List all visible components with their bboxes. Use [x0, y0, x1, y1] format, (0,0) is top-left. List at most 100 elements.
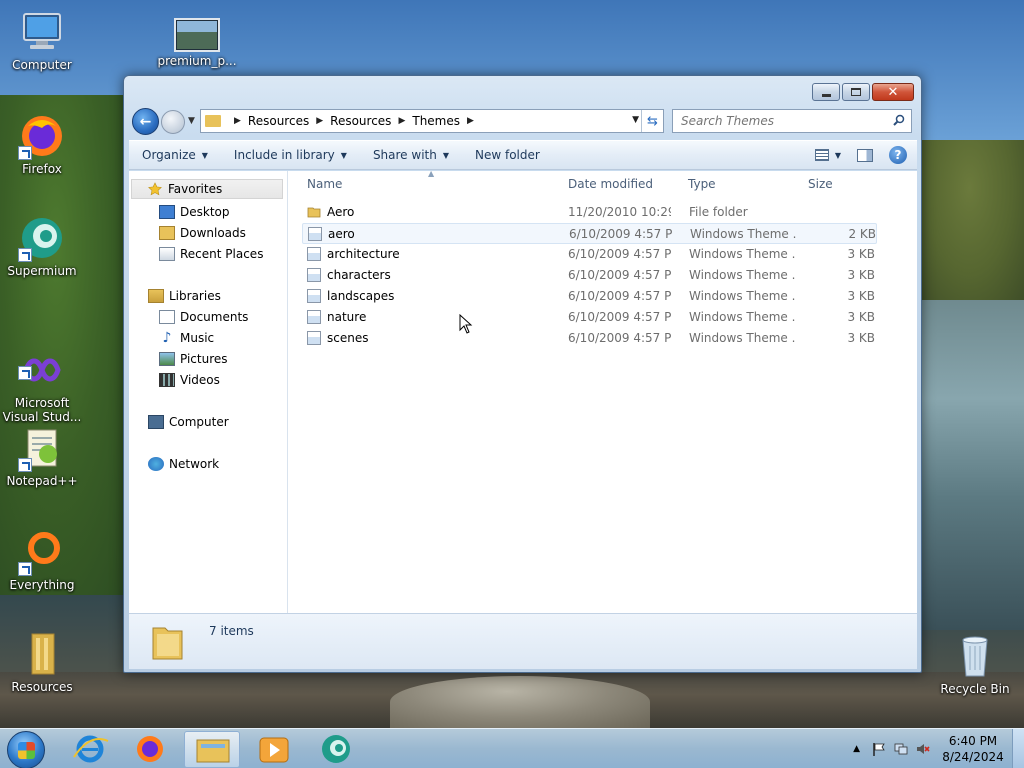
file-size: 3 KB	[847, 289, 875, 303]
nav-recent-places[interactable]: Recent Places	[159, 244, 263, 264]
libraries-icon	[148, 289, 164, 303]
refresh-button[interactable]: ⇆	[641, 110, 663, 132]
desktop-icon-label: Computer	[12, 58, 72, 72]
explorer-window[interactable]: ✕ ← ▼ ▶ Resources ▶ Resources ▶ Themes ▶…	[123, 75, 922, 673]
system-clock[interactable]: 6:40 PM 8/24/2024	[934, 733, 1012, 765]
file-type: File folder	[689, 205, 748, 219]
new-folder-button[interactable]: New folder	[462, 141, 553, 169]
column-header-name[interactable]: Name	[307, 177, 342, 191]
nav-libraries[interactable]: Libraries	[148, 286, 221, 306]
shortcut-arrow-icon	[18, 562, 32, 576]
desktop-icon-visual-studio[interactable]: Microsoft Visual Stud...	[0, 318, 84, 438]
desktop-icon-notepadpp[interactable]: Notepad++	[0, 424, 84, 488]
file-date: 6/10/2009 4:57 PM	[569, 227, 672, 241]
file-type: Windows Theme ...	[689, 247, 795, 261]
file-row[interactable]: nature 6/10/2009 4:57 PM Windows Theme .…	[302, 307, 877, 328]
show-desktop-button[interactable]	[1012, 729, 1024, 768]
maximize-button[interactable]	[842, 83, 870, 101]
breadcrumb-item[interactable]: Resources	[330, 114, 391, 128]
taskbar-windows-explorer[interactable]	[184, 731, 240, 768]
close-button[interactable]: ✕	[872, 83, 914, 101]
media-player-icon	[259, 737, 289, 763]
action-center-flag-icon[interactable]	[872, 742, 886, 756]
file-row[interactable]: Aero 11/20/2010 10:29 ... File folder	[302, 202, 877, 223]
breadcrumb-chevron-icon[interactable]: ▶	[398, 116, 405, 126]
desktop-icon-supermium[interactable]: Supermium	[0, 214, 84, 278]
minimize-button[interactable]	[812, 83, 840, 101]
desktop-icon-computer[interactable]: Computer	[0, 8, 84, 72]
start-button[interactable]	[7, 731, 45, 768]
include-in-library-button[interactable]: Include in library ▼	[221, 141, 360, 169]
volume-muted-icon[interactable]	[916, 742, 930, 756]
recent-pages-dropdown[interactable]: ▼	[188, 116, 195, 126]
show-hidden-icons-chevron-icon[interactable]: ▲	[853, 744, 860, 754]
file-size: 3 KB	[847, 268, 875, 282]
address-history-dropdown[interactable]: ▼	[632, 115, 639, 125]
navigation-pane[interactable]: Favorites Desktop Downloads Recent Place…	[129, 171, 288, 613]
folder-icon	[18, 630, 66, 678]
shortcut-arrow-icon	[18, 458, 32, 472]
nav-desktop[interactable]: Desktop	[159, 202, 230, 222]
share-with-button[interactable]: Share with ▼	[360, 141, 462, 169]
address-bar[interactable]: ▶ Resources ▶ Resources ▶ Themes ▶ ▼ ⇆	[200, 109, 664, 133]
theme-file-icon	[307, 247, 321, 261]
search-box[interactable]	[672, 109, 912, 133]
preview-pane-icon[interactable]	[857, 148, 873, 162]
theme-file-icon	[307, 289, 321, 303]
forward-button[interactable]	[161, 110, 185, 134]
desktop-icon-label: Firefox	[22, 162, 62, 176]
taskbar-internet-explorer[interactable]	[62, 731, 118, 768]
taskbar-firefox[interactable]	[122, 731, 178, 768]
help-icon[interactable]: ?	[889, 146, 907, 164]
organize-button[interactable]: Organize ▼	[129, 141, 221, 169]
file-date: 6/10/2009 4:57 PM	[568, 268, 671, 282]
search-icon[interactable]	[893, 114, 905, 126]
nav-pictures[interactable]: Pictures	[159, 349, 228, 369]
back-button[interactable]: ←	[132, 108, 159, 135]
nav-documents[interactable]: Documents	[159, 307, 248, 327]
nav-network[interactable]: Network	[148, 454, 219, 474]
file-date: 6/10/2009 4:57 PM	[568, 331, 671, 345]
file-row[interactable]: characters 6/10/2009 4:57 PM Windows The…	[302, 265, 877, 286]
taskbar-media-player[interactable]	[246, 731, 302, 768]
column-header-size[interactable]: Size	[808, 177, 833, 191]
nav-favorites[interactable]: Favorites	[131, 179, 283, 199]
breadcrumb-chevron-icon[interactable]: ▶	[234, 116, 241, 126]
nav-music[interactable]: ♪ Music	[159, 328, 215, 348]
change-view-button[interactable]: ▼	[814, 149, 841, 161]
column-header-type[interactable]: Type	[688, 177, 716, 191]
desktop-icon-premium[interactable]: premium_p...	[152, 18, 242, 68]
refresh-icon: ⇆	[647, 113, 658, 129]
desktop-icon-resources[interactable]: Resources	[0, 630, 84, 694]
breadcrumb-chevron-icon[interactable]: ▶	[467, 116, 474, 126]
column-header-date-modified[interactable]: Date modified	[568, 177, 653, 191]
file-row[interactable]: architecture 6/10/2009 4:57 PM Windows T…	[302, 244, 877, 265]
nav-videos[interactable]: Videos	[159, 370, 220, 390]
breadcrumb-item[interactable]: Resources	[248, 114, 309, 128]
desktop-icon-firefox[interactable]: Firefox	[0, 112, 84, 176]
breadcrumb-item[interactable]: Themes	[412, 114, 460, 128]
shortcut-arrow-icon	[18, 248, 32, 262]
star-icon	[148, 182, 162, 196]
explorer-content: Favorites Desktop Downloads Recent Place…	[129, 169, 917, 613]
desktop-icon	[159, 205, 175, 219]
search-input[interactable]	[681, 114, 881, 128]
notification-area: ▲ 6:40 PM 8/24/2024	[853, 729, 1024, 768]
desktop-icon-label: Supermium	[7, 264, 77, 278]
nav-computer[interactable]: Computer	[148, 412, 229, 432]
folder-icon	[307, 207, 321, 218]
nav-downloads[interactable]: Downloads	[159, 223, 246, 243]
taskbar-supermium[interactable]	[308, 731, 364, 768]
clock-time: 6:40 PM	[948, 734, 998, 748]
theme-file-icon	[307, 310, 321, 324]
file-row[interactable]: landscapes 6/10/2009 4:57 PM Windows The…	[302, 286, 877, 307]
desktop-icon-everything[interactable]: Everything	[0, 528, 84, 592]
organize-label: Organize	[142, 148, 196, 162]
breadcrumb-chevron-icon[interactable]: ▶	[316, 116, 323, 126]
file-row[interactable]: aero 6/10/2009 4:57 PM Windows Theme ...…	[302, 223, 877, 244]
supermium-icon	[18, 214, 66, 262]
taskbar: ▲ 6:40 PM 8/24/2024	[0, 728, 1024, 768]
desktop-icon-recycle-bin[interactable]: Recycle Bin	[933, 632, 1017, 696]
file-row[interactable]: scenes 6/10/2009 4:57 PM Windows Theme .…	[302, 328, 877, 349]
network-status-icon[interactable]	[894, 742, 908, 756]
